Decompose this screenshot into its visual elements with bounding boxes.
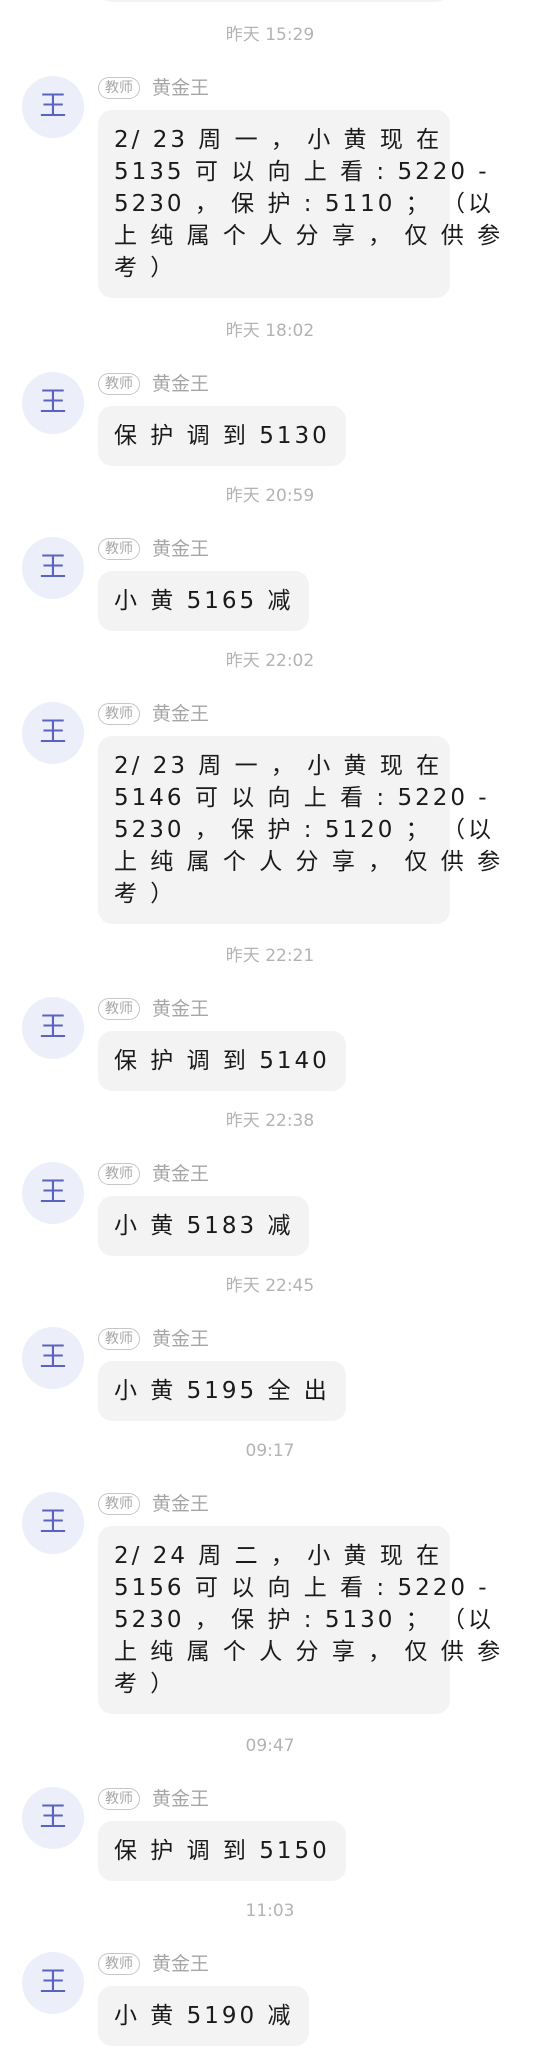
timestamp: 昨天 22:38 xyxy=(225,1111,315,1131)
timestamp: 09:47 xyxy=(245,1736,295,1756)
role-badge: 教师 xyxy=(98,703,140,725)
message-line: 5230 ， 保 护 : 5130 ； （以 xyxy=(114,1607,494,1633)
message-line: 考 ） xyxy=(114,255,177,281)
sender-name: 黄金王 xyxy=(152,998,210,1020)
avatar[interactable]: 王 xyxy=(22,372,84,434)
timestamp: 昨天 20:59 xyxy=(225,486,315,506)
message-meta: 教师 黄金王 xyxy=(98,1162,209,1186)
avatar[interactable]: 王 xyxy=(22,1327,84,1389)
message-meta: 教师 黄金王 xyxy=(98,372,209,396)
avatar[interactable]: 王 xyxy=(22,1492,84,1554)
message-meta: 教师 黄金王 xyxy=(98,1787,209,1811)
avatar[interactable]: 王 xyxy=(22,1952,84,2014)
message-meta: 教师 黄金王 xyxy=(98,76,209,100)
sender-name: 黄金王 xyxy=(152,1328,210,1350)
timestamp: 昨天 15:29 xyxy=(225,25,315,45)
message-bubble[interactable]: 2/ 24 周 二 ， 小 黄 现 在 5156 可 以 向 上 看 : 522… xyxy=(98,1526,504,1714)
role-badge: 教师 xyxy=(98,998,140,1020)
sender-name: 黄金王 xyxy=(152,373,210,395)
message-line: 2/ 23 周 一 ， 小 黄 现 在 xyxy=(114,127,443,153)
sender-name: 黄金王 xyxy=(152,703,210,725)
message-bubble[interactable]: 小 黄 5195 全 出 xyxy=(98,1361,346,1421)
avatar[interactable]: 王 xyxy=(22,702,84,764)
message-line: 5146 可 以 向 上 看 : 5220 - xyxy=(114,785,490,811)
sender-name: 黄金王 xyxy=(152,1788,210,1810)
message-bubble[interactable]: 小 黄 5165 减 xyxy=(98,571,310,631)
message-bubble[interactable]: 2/ 23 周 一 ， 小 黄 现 在 5146 可 以 向 上 看 : 522… xyxy=(98,736,504,924)
message-line: 5230 ， 保 护 : 5110 ； （以 xyxy=(114,191,494,217)
message-bubble[interactable]: 保 护 调 到 5140 xyxy=(98,1031,346,1091)
timestamp: 昨天 22:21 xyxy=(225,946,315,966)
timestamp: 09:17 xyxy=(245,1441,295,1461)
timestamp: 昨天 18:02 xyxy=(225,321,315,341)
message-bubble[interactable]: 保 护 调 到 5130 xyxy=(98,406,346,466)
message-bubble[interactable]: 2/ 23 周 一 ， 小 黄 现 在 5135 可 以 向 上 看 : 522… xyxy=(98,110,504,298)
avatar[interactable]: 王 xyxy=(22,537,84,599)
previous-message-bubble xyxy=(98,0,450,2)
sender-name: 黄金王 xyxy=(152,1953,210,1975)
message-meta: 教师 黄金王 xyxy=(98,997,209,1021)
role-badge: 教师 xyxy=(98,1163,140,1185)
message-bubble[interactable]: 保 护 调 到 5150 xyxy=(98,1821,346,1881)
sender-name: 黄金王 xyxy=(152,1163,210,1185)
message-meta: 教师 黄金王 xyxy=(98,1327,209,1351)
message-line: 考 ） xyxy=(114,1671,177,1697)
message-line: 5230 ， 保 护 : 5120 ； （以 xyxy=(114,817,494,843)
role-badge: 教师 xyxy=(98,1788,140,1810)
sender-name: 黄金王 xyxy=(152,1493,210,1515)
timestamp: 昨天 22:02 xyxy=(225,651,315,671)
message-bubble[interactable]: 小 黄 5183 减 xyxy=(98,1196,310,1256)
role-badge: 教师 xyxy=(98,1493,140,1515)
message-line: 考 ） xyxy=(114,881,177,907)
message-meta: 教师 黄金王 xyxy=(98,1492,209,1516)
message-line: 上 纯 属 个 人 分 享 ， 仅 供 参 xyxy=(114,1639,504,1665)
message-line: 上 纯 属 个 人 分 享 ， 仅 供 参 xyxy=(114,223,504,249)
avatar[interactable]: 王 xyxy=(22,1787,84,1849)
role-badge: 教师 xyxy=(98,77,140,99)
message-line: 2/ 23 周 一 ， 小 黄 现 在 xyxy=(114,753,443,779)
role-badge: 教师 xyxy=(98,1328,140,1350)
message-line: 5156 可 以 向 上 看 : 5220 - xyxy=(114,1575,490,1601)
role-badge: 教师 xyxy=(98,373,140,395)
avatar[interactable]: 王 xyxy=(22,76,84,138)
sender-name: 黄金王 xyxy=(152,538,210,560)
message-line: 上 纯 属 个 人 分 享 ， 仅 供 参 xyxy=(114,849,504,875)
role-badge: 教师 xyxy=(98,538,140,560)
sender-name: 黄金王 xyxy=(152,77,210,99)
message-bubble[interactable]: 小 黄 5190 减 xyxy=(98,1986,310,2046)
message-line: 5135 可 以 向 上 看 : 5220 - xyxy=(114,159,490,185)
message-meta: 教师 黄金王 xyxy=(98,702,209,726)
message-meta: 教师 黄金王 xyxy=(98,537,209,561)
message-meta: 教师 黄金王 xyxy=(98,1952,209,1976)
timestamp: 11:03 xyxy=(245,1901,295,1921)
avatar[interactable]: 王 xyxy=(22,997,84,1059)
timestamp: 昨天 22:45 xyxy=(225,1276,315,1296)
role-badge: 教师 xyxy=(98,1953,140,1975)
avatar[interactable]: 王 xyxy=(22,1162,84,1224)
message-line: 2/ 24 周 二 ， 小 黄 现 在 xyxy=(114,1543,443,1569)
